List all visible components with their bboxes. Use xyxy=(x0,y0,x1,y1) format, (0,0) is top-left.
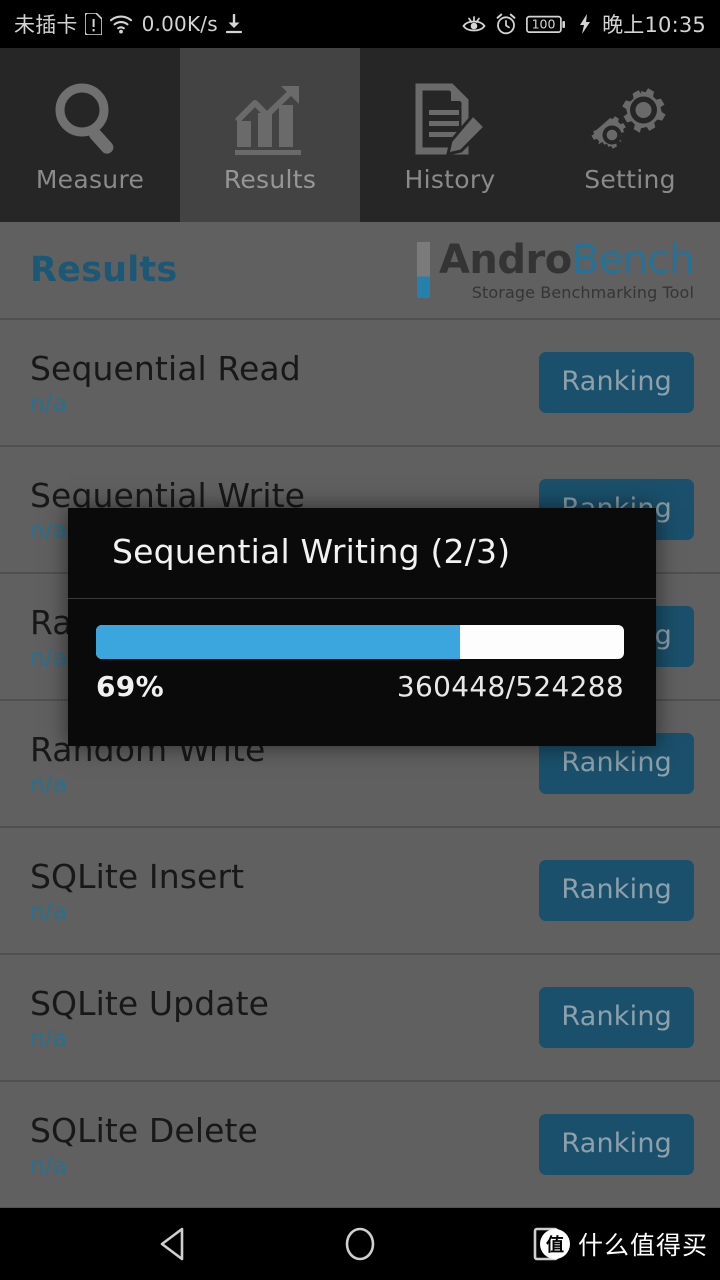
carrier-label: 未插卡 xyxy=(14,13,78,37)
watermark-badge: 值 xyxy=(539,1229,570,1259)
progress-count-label: 360448/524288 xyxy=(396,670,624,703)
progress-meta: 69% 360448/524288 xyxy=(96,670,624,703)
watermark: 值 什么值得买 xyxy=(539,1226,708,1262)
dialog-title: Sequential Writing (2/3) xyxy=(112,532,511,571)
charging-bolt-icon xyxy=(579,14,592,34)
status-bar-right: 100 晚上10:35 xyxy=(462,9,706,39)
eye-comfort-icon xyxy=(462,14,486,34)
status-bar-left: 未插卡 0.00K/s xyxy=(14,9,243,39)
progress-bar xyxy=(96,625,624,659)
sim-alert-icon xyxy=(84,13,102,35)
back-triangle-icon[interactable] xyxy=(152,1222,196,1266)
watermark-text: 什么值得买 xyxy=(577,1231,708,1260)
battery-icon: 100 xyxy=(526,14,570,35)
android-navigation-bar: 值 什么值得买 xyxy=(0,1208,720,1280)
alarm-clock-icon xyxy=(495,13,517,35)
progress-dialog: Sequential Writing (2/3) 69% 360448/5242… xyxy=(68,508,656,746)
download-icon xyxy=(225,14,243,34)
network-speed-label: 0.00K/s xyxy=(141,12,218,36)
battery-level-label: 100 xyxy=(532,16,556,31)
status-bar: 未插卡 0.00K/s 100 晚上10:35 xyxy=(0,0,720,48)
home-circle-icon[interactable] xyxy=(338,1222,382,1266)
progress-percent-label: 69% xyxy=(96,670,164,703)
wifi-icon xyxy=(109,14,133,34)
clock-label: 晚上10:35 xyxy=(602,13,706,37)
progress-bar-fill xyxy=(96,625,461,659)
phone-screen: 未插卡 0.00K/s 100 晚上10:35 Measure Results … xyxy=(0,0,720,1280)
dialog-body: 69% 360448/524288 xyxy=(68,599,656,703)
